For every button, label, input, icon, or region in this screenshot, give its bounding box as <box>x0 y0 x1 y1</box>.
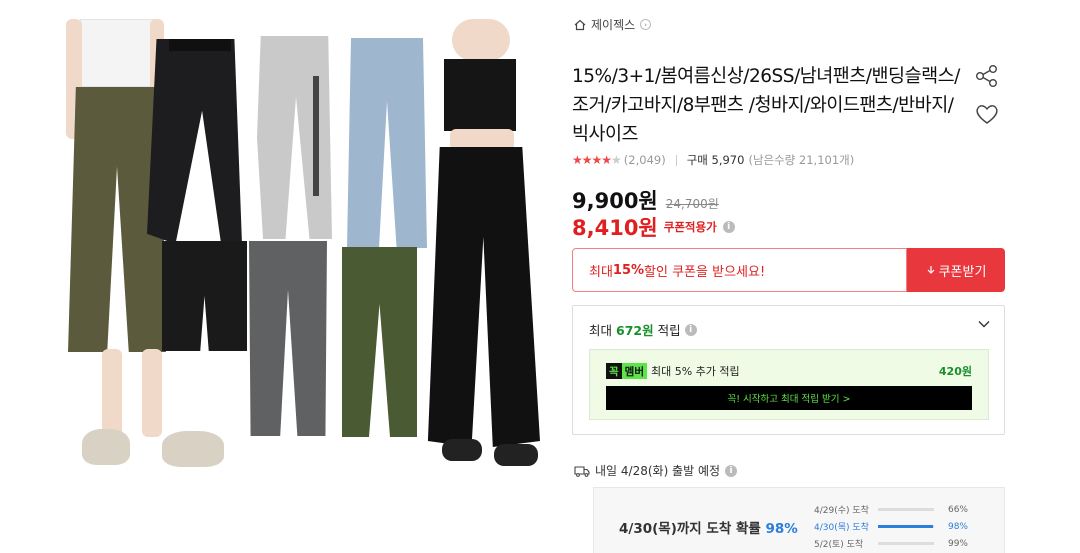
black-shorts-figure <box>162 241 247 351</box>
brand-name: 제이젝스 <box>591 18 636 32</box>
coupon-price-row: 8,410원 쿠폰적용가 i <box>572 212 735 242</box>
heart-icon[interactable] <box>973 101 1001 127</box>
delivery-probability-main: 4/30(목)까지 도착 확률 98% <box>619 517 798 537</box>
delivery-probability-box: 4/30(목)까지 도착 확률 98% 4/29(수) 도착 66% 4/30(… <box>593 487 1005 553</box>
home-icon <box>574 19 586 30</box>
review-count[interactable]: (2,049) <box>624 153 666 167</box>
coupon-banner: 최대 15% 할인 쿠폰을 받으세요! <box>572 248 907 292</box>
purchase-count: 구매 5,970 <box>686 153 745 167</box>
points-amount: 672원 <box>616 323 654 338</box>
price-row: 9,900원 24,700원 <box>572 185 719 215</box>
probability-bar <box>878 508 934 511</box>
shipping-row: 내일 4/28(화) 출발 예정 i <box>574 462 738 479</box>
chevron-right-icon: › <box>640 19 652 30</box>
product-title: 15%/3+1/봄여름신상/26SS/남녀팬츠/밴딩슬랙스/조거/카고바지/8부… <box>572 66 960 145</box>
probability-line-2: 4/30(목) 도착 98% <box>814 520 974 534</box>
probability-line-3: 5/2(토) 도착 99% <box>814 537 974 551</box>
stock-remaining: (남은수량 21,101개) <box>748 153 855 167</box>
blue-jeans-figure <box>347 38 427 248</box>
membership-box: 꼭 멤버 최대 5% 추가 적립 420원 꼭! 시작하고 최대 적립 받기 > <box>589 349 989 420</box>
membership-amount: 420원 <box>938 365 972 378</box>
membership-text: 최대 5% 추가 적립 <box>651 365 740 378</box>
info-icon[interactable]: i <box>722 221 735 233</box>
points-panel: 최대 672원 적립 i 꼭 멤버 최대 5% 추가 적립 420원 꼭! 시작하… <box>572 305 1005 435</box>
share-icon[interactable] <box>973 63 1001 89</box>
divider <box>675 154 677 166</box>
coupon-text-suffix: 할인 쿠폰을 받으세요! <box>644 264 766 280</box>
product-image[interactable] <box>62 19 540 479</box>
membership-badge: 꼭 멤버 <box>606 363 647 379</box>
membership-cta-button[interactable]: 꼭! 시작하고 최대 적립 받기 > <box>606 386 972 410</box>
grey-jogger-figure <box>257 36 332 239</box>
probability-date: 4/30(목) 도착 <box>814 523 869 533</box>
probability-bar <box>878 525 934 528</box>
chevron-down-icon[interactable] <box>978 320 990 328</box>
get-coupon-button[interactable]: 쿠폰받기 <box>907 248 1005 292</box>
download-icon <box>927 266 935 274</box>
probability-percent: 99% <box>947 538 968 549</box>
star-rating-icon: ★★★★★ <box>572 153 622 167</box>
rating-row: ★★★★★ (2,049) 구매 5,970 (남은수량 21,101개) <box>572 152 854 168</box>
get-coupon-label: 쿠폰받기 <box>938 264 987 280</box>
product-info-panel: 제이젝스 › 15%/3+1/봄여름신상/26SS/남녀팬츠/밴딩슬랙스/조거/… <box>572 0 1006 553</box>
probability-percent: 66% <box>947 504 968 515</box>
original-price: 24,700원 <box>665 197 719 211</box>
truck-icon <box>574 465 590 477</box>
charcoal-slacks-figure <box>249 241 327 436</box>
black-jogger-figure <box>147 39 242 244</box>
probability-label: 4/30(목)까지 도착 확률 <box>619 521 766 537</box>
probability-date: 5/2(토) 도착 <box>814 540 864 550</box>
info-icon[interactable]: i <box>725 464 738 477</box>
probability-line-1: 4/29(수) 도착 66% <box>814 503 974 517</box>
khaki-cargo-figure <box>342 247 417 437</box>
probability-date: 4/29(수) 도착 <box>814 506 869 516</box>
black-cargo-figure <box>422 19 540 479</box>
coupon-price-label: 쿠폰적용가 <box>663 220 717 234</box>
probability-bar <box>878 542 934 545</box>
coupon-text-prefix: 최대 <box>589 264 613 280</box>
coupon-percent: 15% <box>612 262 645 278</box>
probability-percent: 98% <box>947 521 968 532</box>
points-header[interactable]: 최대 672원 적립 i <box>589 320 697 339</box>
brand-link[interactable]: 제이젝스 › <box>574 16 652 33</box>
points-prefix: 최대 <box>589 323 613 338</box>
points-suffix: 적립 <box>657 323 681 338</box>
shipping-text: 내일 4/28(화) 출발 예정 <box>595 464 721 478</box>
info-icon[interactable]: i <box>684 323 697 336</box>
probability-percent: 98% <box>765 521 798 537</box>
membership-row: 꼭 멤버 최대 5% 추가 적립 <box>606 363 740 379</box>
sale-price: 9,900원 <box>572 189 658 213</box>
coupon-price: 8,410원 <box>572 216 658 240</box>
